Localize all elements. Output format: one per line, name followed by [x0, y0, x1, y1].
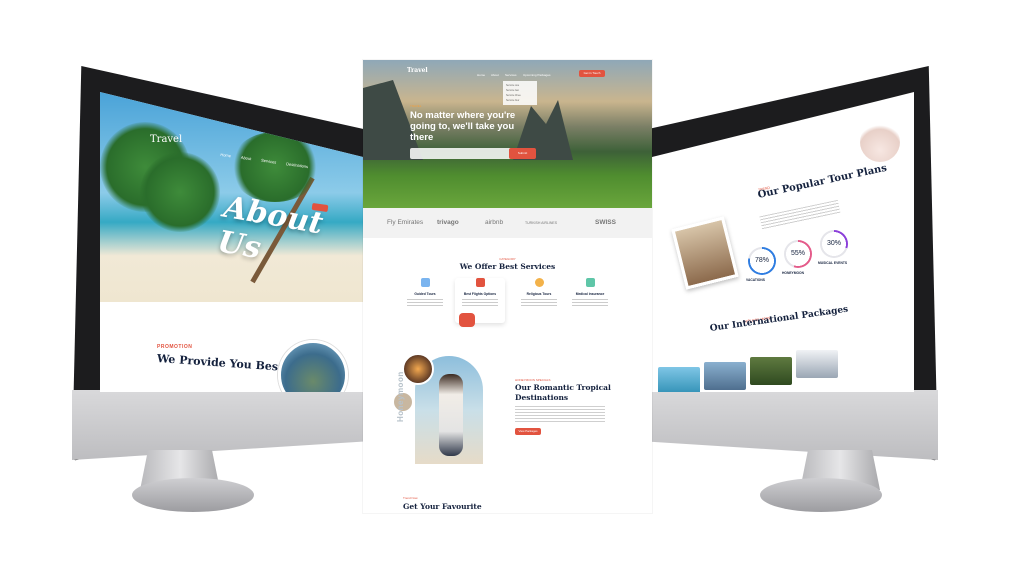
favourite-tag: Trend Now — [403, 496, 418, 500]
left-logo[interactable]: Travel — [150, 134, 182, 145]
progress-ring-label: VACATIONS — [746, 278, 765, 282]
package-card[interactable] — [750, 357, 792, 385]
nav-item[interactable]: Services — [505, 73, 517, 77]
nav-item[interactable]: Upcoming Packages — [523, 73, 551, 77]
favourite-title: Get Your Favourite — [403, 502, 482, 511]
honeymoon-description — [515, 406, 605, 422]
submit-button[interactable]: Submit — [509, 148, 536, 159]
guided-tours-icon — [420, 278, 430, 287]
right-monitor-chin — [630, 390, 938, 460]
right-monitor-stand-base — [760, 478, 882, 512]
honeymoon-title: Our Romantic Tropical Destinations — [515, 383, 611, 402]
polaroid-photo — [671, 216, 739, 290]
package-card[interactable] — [796, 350, 838, 378]
decorative-shape — [459, 313, 475, 327]
progress-ring-label: MUSICAL EVENTS — [818, 261, 848, 265]
seashell-image — [860, 122, 900, 162]
palm-tree — [140, 152, 220, 232]
brand-logo: Fly Emirates — [387, 219, 424, 226]
brand-logo: trivago — [437, 219, 459, 226]
dropdown-item[interactable]: Service four — [506, 99, 519, 102]
dropdown-item[interactable]: Service one — [506, 84, 519, 87]
service-item[interactable]: Medical insurance — [565, 278, 615, 323]
left-monitor-chin — [72, 390, 382, 460]
flight-icon — [475, 278, 485, 287]
promo-circle-image — [278, 340, 348, 392]
service-description — [407, 299, 443, 307]
medical-insurance-icon — [585, 278, 595, 287]
hero-title: No matter where you're going to, we'll t… — [410, 110, 516, 143]
progress-ring: 30% — [820, 230, 848, 258]
services-dropdown: Service one Service two Service three Se… — [503, 81, 537, 105]
honeymoon-tag: HONEYMOON SPECIALS — [515, 378, 551, 382]
brand-logo: TURKISH AIRLINES — [525, 221, 558, 225]
couple-figure — [439, 374, 463, 456]
service-item[interactable]: Guided Tours — [400, 278, 450, 323]
dropdown-item[interactable]: Service three — [506, 94, 521, 97]
progress-ring: 55% — [784, 240, 812, 268]
dropdown-item[interactable]: Service two — [506, 89, 519, 92]
left-monitor-stand-base — [132, 478, 254, 512]
tour-description — [759, 199, 841, 231]
service-item[interactable]: Religious Tours — [514, 278, 564, 323]
packages-title: Our International Packages — [709, 304, 849, 334]
partner-brands-strip: Fly Emirates trivago airbnb TURKISH AIRL… — [363, 208, 652, 238]
brand-logo: airbnb — [485, 219, 504, 226]
view-packages-button[interactable]: View Packages — [515, 428, 541, 435]
honeymoon-vertical-text: Honeymoon — [396, 371, 405, 422]
service-label: Guided Tours — [414, 292, 436, 296]
nav-item[interactable]: Home — [477, 73, 485, 77]
nav-item[interactable]: About — [491, 73, 499, 77]
service-description — [521, 299, 557, 307]
service-label: Religious Tours — [526, 292, 552, 296]
get-in-touch-button[interactable]: Get in Touch — [579, 70, 605, 77]
brand-logo: SWISS — [595, 219, 616, 226]
progress-ring-label: HONEYMOON — [782, 271, 804, 275]
progress-ring: 78% — [748, 247, 776, 275]
service-description — [572, 299, 608, 307]
service-label: Best Flights Options — [463, 292, 497, 296]
sunset-circle-image — [402, 353, 434, 385]
hero-tag: TRAVEL — [410, 104, 422, 108]
center-webpage: Travel Home About Services Upcoming Pack… — [363, 60, 652, 513]
section-heading: We Provide You Best — [156, 352, 284, 374]
package-card[interactable] — [704, 362, 746, 390]
promotion-tag: PROMOTION — [157, 344, 193, 350]
tour-plans-title: Our Popular Tour Plans — [756, 162, 888, 201]
services-title: We Offer Best Services — [459, 262, 556, 271]
service-description — [462, 299, 498, 307]
services-tag: CATEGORY — [499, 257, 516, 261]
service-label: Medical insurance — [575, 292, 605, 296]
package-card[interactable] — [658, 367, 700, 392]
religious-tours-icon — [534, 278, 544, 287]
center-logo[interactable]: Travel — [407, 67, 428, 74]
